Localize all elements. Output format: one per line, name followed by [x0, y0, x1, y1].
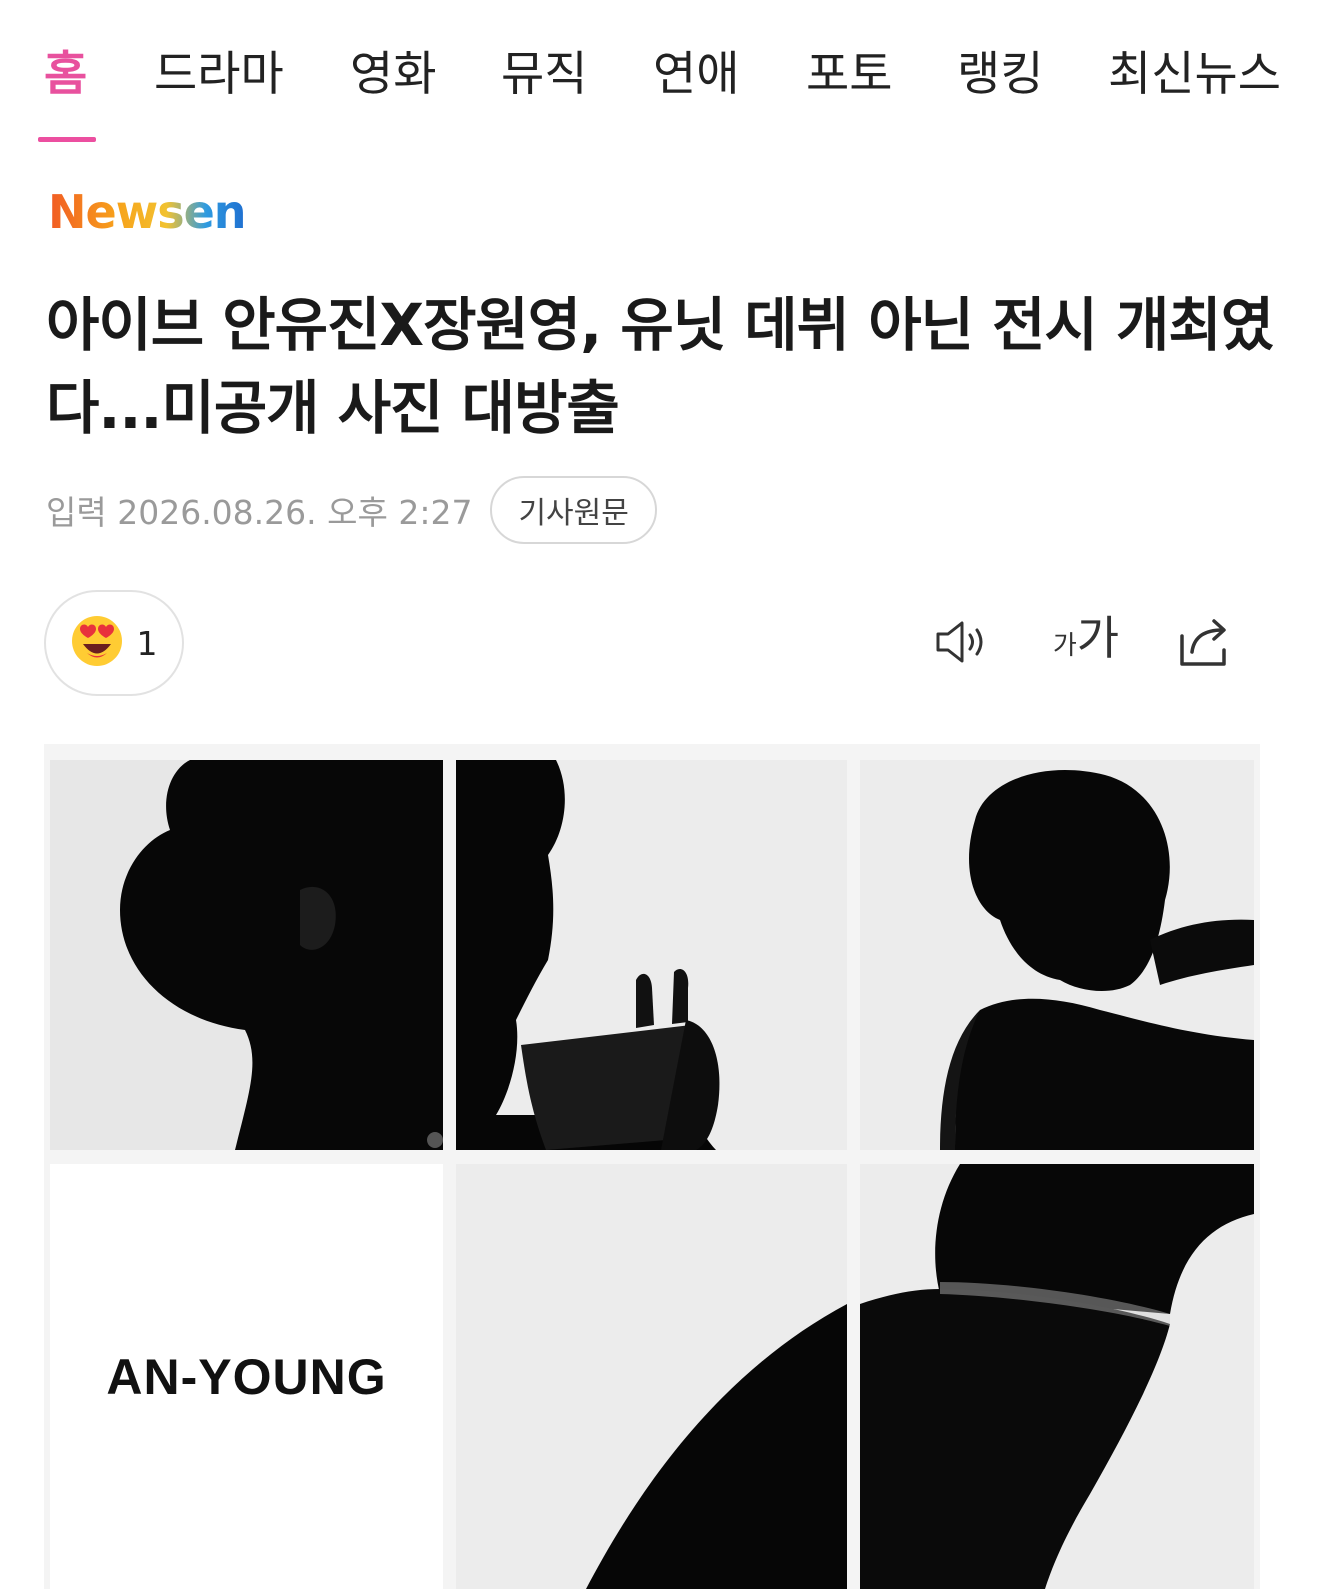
tab-photo[interactable]: 포토 [806, 40, 892, 110]
photo-caption-text: AN-YOUNG [106, 1348, 387, 1405]
tab-music[interactable]: 뮤직 [501, 40, 587, 110]
tab-movie[interactable]: 영화 [350, 40, 436, 110]
tab-drama[interactable]: 드라마 [154, 40, 284, 110]
photo-tile-4 [456, 1164, 847, 1589]
tab-entertainment[interactable]: 연애 [653, 40, 739, 110]
publish-date: 입력 2026.08.26. 오후 2:27 [46, 493, 473, 532]
heart-eyes-emoji-icon [71, 615, 123, 671]
reaction-count: 1 [136, 623, 158, 663]
photo-tile-1 [50, 760, 443, 1150]
publisher-logo[interactable]: Newsen [48, 185, 288, 239]
share-icon[interactable] [1172, 610, 1236, 674]
logo-text: Newsen [48, 186, 246, 236]
article-headline: 아이브 안유진X장원영, 유닛 데뷔 아닌 전시 개최였다...미공개 사진 대… [46, 291, 1274, 442]
speaker-icon[interactable] [930, 610, 994, 674]
tab-latest-news[interactable]: 최신뉴스 [1108, 40, 1281, 110]
photo-tile-3 [860, 760, 1254, 1150]
reaction-button[interactable]: 1 [44, 590, 184, 696]
category-nav: 홈 드라마 영화 뮤직 연애 포토 랭킹 최신뉴스 [0, 0, 1320, 150]
article-meta: 입력 2026.08.26. 오후 2:27 기사원문 [46, 476, 657, 544]
caption-tile: AN-YOUNG [50, 1164, 443, 1589]
tab-ranking[interactable]: 랭킹 [957, 40, 1043, 110]
font-size-button[interactable]: 가가 [1046, 610, 1126, 674]
font-size-icon: 가가 [1052, 611, 1120, 665]
photo-tile-5 [860, 1164, 1254, 1589]
article-photo[interactable]: AN-YOUNG [44, 744, 1260, 1589]
active-tab-indicator [38, 137, 96, 142]
photo-tile-2 [456, 760, 847, 1150]
original-article-button[interactable]: 기사원문 [490, 476, 657, 544]
tab-home[interactable]: 홈 [44, 40, 87, 110]
